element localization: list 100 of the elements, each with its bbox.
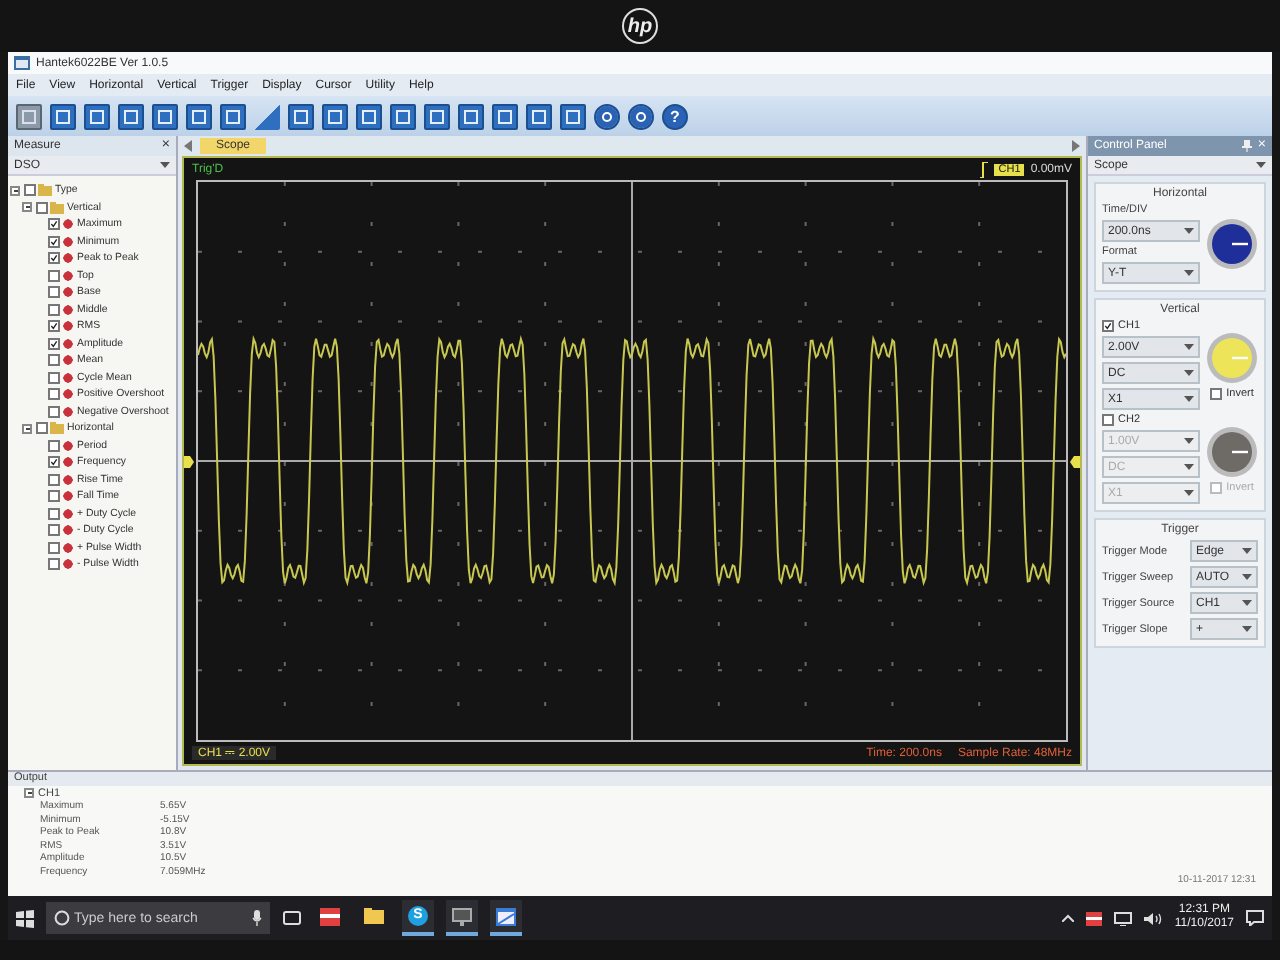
- measure-icon: [62, 252, 74, 265]
- measure-icon: [62, 507, 74, 520]
- checkbox[interactable]: [47, 269, 59, 282]
- measure-icon: [62, 320, 74, 333]
- measure-icon: [62, 388, 74, 401]
- measure-icon: [62, 269, 74, 282]
- caret-icon: [1184, 270, 1194, 276]
- checkbox[interactable]: [47, 218, 59, 231]
- caret-icon: [1242, 574, 1252, 580]
- caret-icon: [1184, 228, 1194, 234]
- caret-icon: [1184, 464, 1194, 470]
- toolbar-button[interactable]: [322, 103, 348, 129]
- toolbar-button[interactable]: [390, 103, 416, 129]
- checkbox[interactable]: [47, 473, 59, 486]
- checkbox[interactable]: [47, 371, 59, 384]
- caret-icon: [1184, 490, 1194, 496]
- caret-icon: [1184, 370, 1194, 376]
- checkbox[interactable]: [1102, 320, 1114, 332]
- monitor-icon: [452, 907, 472, 925]
- toolbar-button[interactable]: [220, 103, 246, 129]
- measure-icon: [62, 558, 74, 571]
- toolbar-button[interactable]: [152, 103, 178, 129]
- checkbox[interactable]: [35, 422, 47, 435]
- notification-icon: [1246, 910, 1264, 926]
- checkbox[interactable]: [47, 541, 59, 554]
- knob[interactable]: [1206, 218, 1258, 270]
- taskbar-app[interactable]: [490, 900, 522, 936]
- checkbox[interactable]: [47, 354, 59, 367]
- checkbox[interactable]: [1102, 414, 1114, 426]
- knob[interactable]: [1206, 425, 1258, 477]
- caret-icon: [1184, 396, 1194, 402]
- measure-icon: [62, 337, 74, 350]
- checkbox[interactable]: [47, 558, 59, 571]
- channel-marker-icon: [184, 455, 194, 467]
- toolbar-button[interactable]: [16, 103, 42, 129]
- caret-icon: [1184, 438, 1194, 444]
- play-button[interactable]: [594, 103, 620, 129]
- checkbox[interactable]: [23, 184, 35, 197]
- toolbar-button[interactable]: [492, 103, 518, 129]
- measure-icon: [62, 354, 74, 367]
- microphone-icon: [252, 910, 262, 926]
- measure-icon: [62, 524, 74, 537]
- search-icon: [54, 910, 70, 926]
- checkbox[interactable]: [47, 405, 59, 418]
- checkbox[interactable]: [47, 320, 59, 333]
- checkbox[interactable]: [47, 456, 59, 469]
- checkbox[interactable]: [47, 337, 59, 350]
- app-window-icon: [496, 907, 516, 925]
- measure-icon: [62, 303, 74, 316]
- toolbar-button[interactable]: [84, 103, 110, 129]
- right-arrow-icon: [1072, 140, 1080, 152]
- brand-logo: hp: [622, 8, 658, 44]
- folder-icon: [50, 201, 64, 214]
- toolbar-button[interactable]: [288, 103, 314, 129]
- checkbox[interactable]: [47, 286, 59, 299]
- caret-icon: [160, 162, 170, 168]
- measure-icon: [62, 371, 74, 384]
- checkbox[interactable]: [47, 524, 59, 537]
- toolbar-button[interactable]: [50, 103, 76, 129]
- checkbox[interactable]: [47, 507, 59, 520]
- checkbox[interactable]: [47, 388, 59, 401]
- toolbar-button[interactable]: [526, 103, 552, 129]
- measure-icon: [62, 490, 74, 503]
- checkbox[interactable]: [1210, 387, 1223, 399]
- tray-app-icon: [1086, 911, 1103, 925]
- speaker-icon: [1144, 911, 1163, 925]
- pause-button[interactable]: [628, 103, 654, 129]
- measure-icon: [62, 235, 74, 248]
- toolbar-button[interactable]: [424, 103, 450, 129]
- measure-icon: [62, 439, 74, 452]
- task-view-icon: [282, 910, 302, 926]
- taskbar-app[interactable]: [446, 900, 478, 936]
- chevron-up-icon: [1062, 914, 1075, 922]
- toolbar-button[interactable]: [560, 103, 586, 129]
- checkbox[interactable]: [1210, 481, 1223, 493]
- measure-icon: [62, 405, 74, 418]
- folder-icon: [38, 184, 52, 197]
- measure-icon: [62, 286, 74, 299]
- trigger-marker-icon: [1070, 455, 1080, 467]
- checkbox[interactable]: [47, 303, 59, 316]
- collapse-icon[interactable]: [24, 788, 34, 798]
- collapse-icon[interactable]: [22, 423, 32, 434]
- checkbox[interactable]: [47, 235, 59, 248]
- folder-icon: [50, 422, 64, 435]
- left-arrow-icon: [184, 140, 192, 152]
- pin-icon: [1241, 140, 1252, 152]
- checkbox[interactable]: [47, 439, 59, 452]
- caret-icon: [1242, 626, 1252, 632]
- toolbar-button[interactable]: [356, 103, 382, 129]
- caret-icon: [1242, 548, 1252, 554]
- checkbox[interactable]: [47, 490, 59, 503]
- toolbar-button[interactable]: [458, 103, 484, 129]
- app-icon: [14, 56, 30, 70]
- checkbox[interactable]: [47, 252, 59, 265]
- network-icon: [1114, 911, 1133, 925]
- windows-icon: [16, 909, 34, 927]
- help-button[interactable]: ?: [662, 103, 688, 129]
- checkbox[interactable]: [35, 201, 47, 214]
- toolbar-button[interactable]: [186, 103, 212, 129]
- toolbar-button[interactable]: [118, 103, 144, 129]
